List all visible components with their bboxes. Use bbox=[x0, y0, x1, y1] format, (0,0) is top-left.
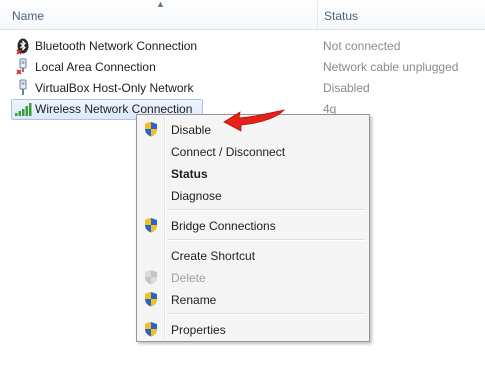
connection-name: VirtualBox Host-Only Network bbox=[35, 81, 194, 95]
ethernet-icon bbox=[19, 79, 27, 95]
menu-item-diagnose[interactable]: Diagnose bbox=[139, 184, 367, 206]
menu-separator bbox=[167, 239, 365, 241]
wireless-signal-icon bbox=[15, 103, 32, 116]
uac-shield-icon bbox=[145, 322, 157, 337]
menu-item-create-shortcut[interactable]: Create Shortcut bbox=[139, 244, 367, 266]
red-arrow-annotation bbox=[223, 109, 286, 132]
menu-item-status[interactable]: Status bbox=[139, 162, 367, 184]
sort-ascending-icon: ▲ bbox=[156, 0, 165, 9]
bluetooth-icon bbox=[16, 38, 29, 55]
uac-shield-icon bbox=[145, 122, 157, 137]
menu-item-properties[interactable]: Properties bbox=[139, 318, 367, 340]
connection-status: Not connected bbox=[323, 39, 401, 53]
menu-label: Bridge Connections bbox=[171, 219, 276, 233]
connection-name: Bluetooth Network Connection bbox=[35, 39, 198, 53]
column-status[interactable]: Status bbox=[324, 9, 358, 23]
menu-label: Create Shortcut bbox=[171, 249, 256, 263]
ethernet-unplugged-icon bbox=[16, 58, 27, 75]
menu-label: Status bbox=[171, 167, 208, 181]
uac-shield-icon bbox=[145, 218, 157, 233]
connection-status: Network cable unplugged bbox=[323, 60, 459, 74]
column-header: ▲ Name Status bbox=[0, 0, 485, 30]
menu-label: Properties bbox=[171, 323, 226, 337]
menu-item-delete: Delete bbox=[139, 266, 367, 288]
menu-label: Disable bbox=[171, 123, 212, 137]
menu-item-connect-disconnect[interactable]: Connect / Disconnect bbox=[139, 140, 367, 162]
column-name[interactable]: Name bbox=[12, 9, 44, 23]
uac-shield-disabled-icon bbox=[145, 270, 157, 285]
menu-item-bridge-connections[interactable]: Bridge Connections bbox=[139, 214, 367, 236]
column-divider[interactable] bbox=[317, 0, 318, 29]
uac-shield-icon bbox=[145, 292, 157, 307]
menu-label: Diagnose bbox=[171, 189, 222, 203]
menu-label: Connect / Disconnect bbox=[171, 145, 286, 159]
menu-label: Delete bbox=[171, 271, 206, 285]
connection-name: Local Area Connection bbox=[35, 60, 156, 74]
menu-separator bbox=[167, 209, 365, 211]
connection-row-virtualbox[interactable]: VirtualBox Host-Only Network Disabled bbox=[0, 78, 485, 98]
context-menu: Disable Connect / Disconnect Status Diag… bbox=[136, 114, 370, 342]
menu-label: Rename bbox=[171, 293, 217, 307]
connection-status: Disabled bbox=[323, 81, 370, 95]
connection-row-local-area[interactable]: Local Area Connection Network cable unpl… bbox=[0, 57, 485, 77]
connection-row-bluetooth[interactable]: Bluetooth Network Connection Not connect… bbox=[0, 36, 485, 56]
menu-separator bbox=[167, 313, 365, 315]
menu-item-rename[interactable]: Rename bbox=[139, 288, 367, 310]
